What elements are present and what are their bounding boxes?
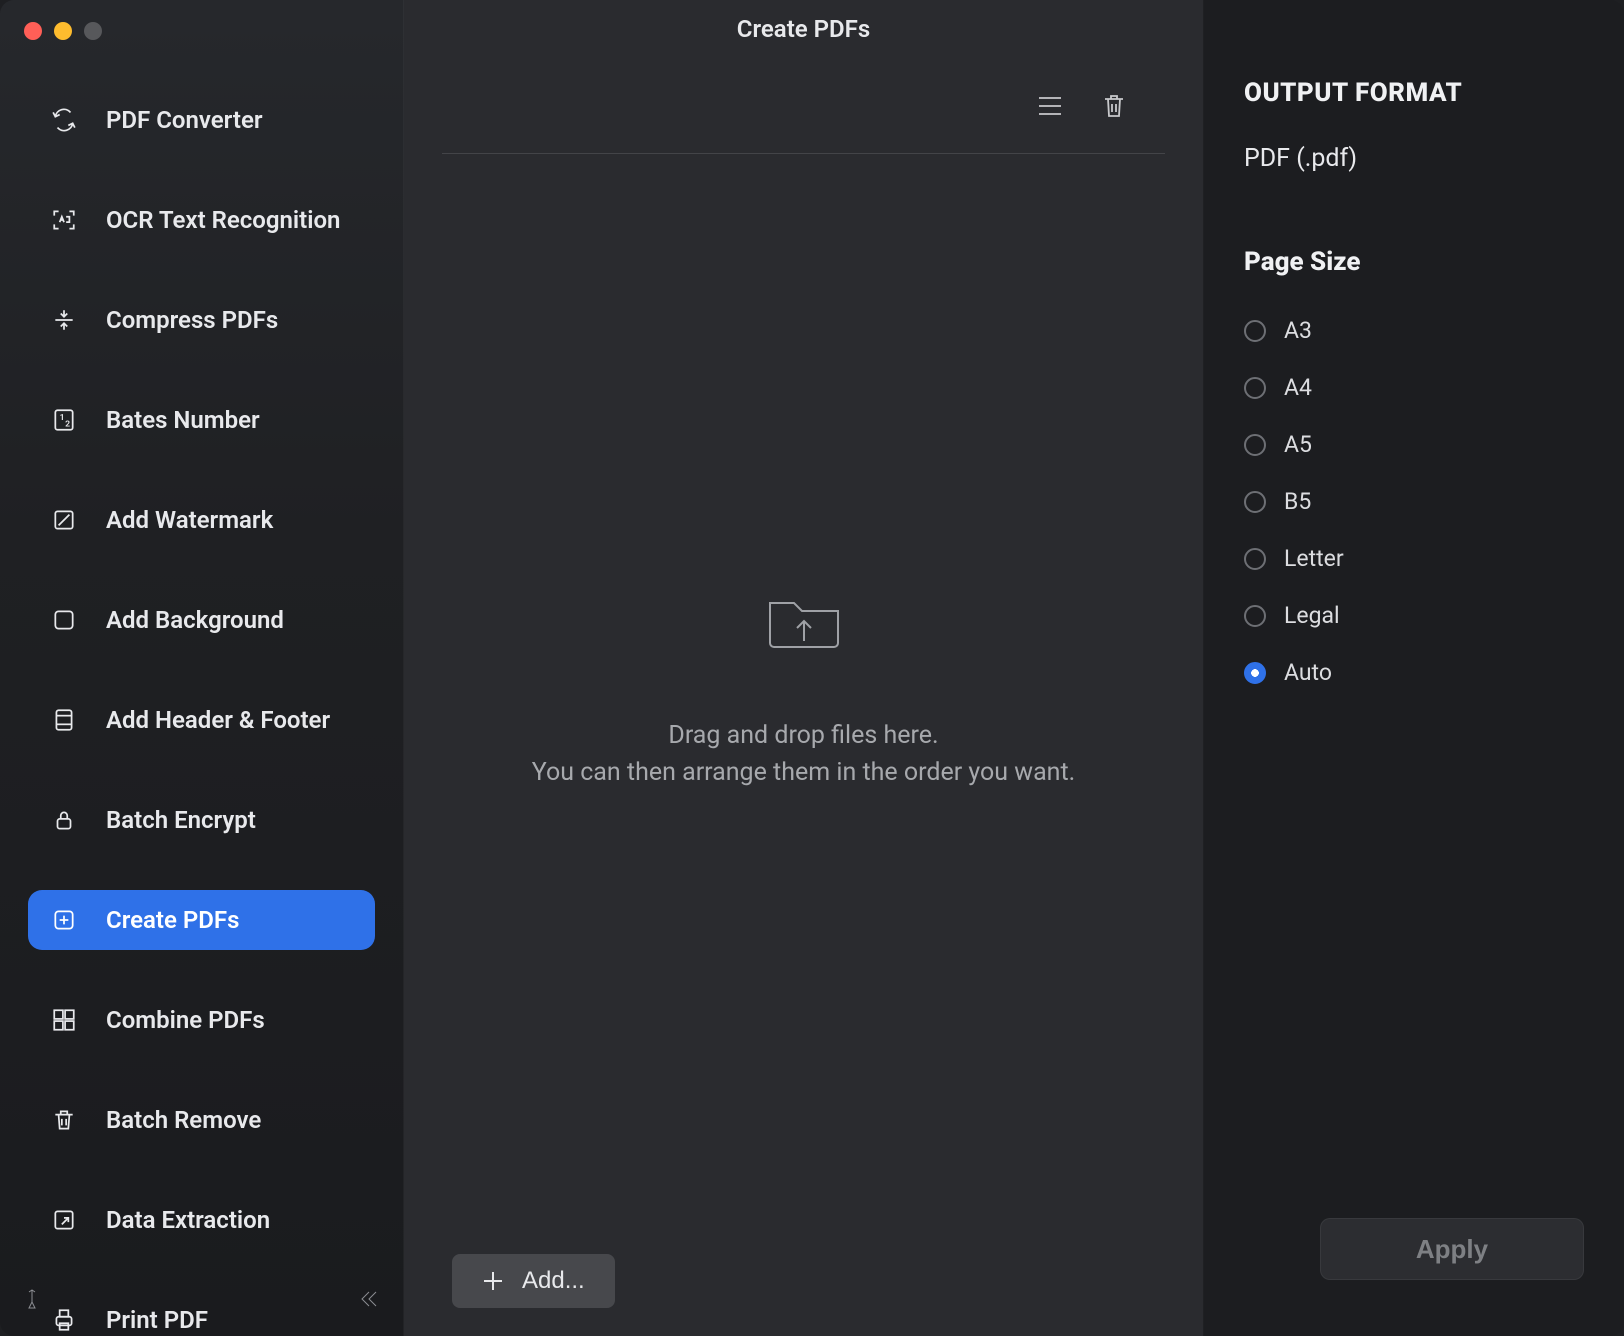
main-toolbar bbox=[442, 58, 1165, 154]
background-icon bbox=[50, 606, 78, 634]
sidebar-item-batch-remove[interactable]: Batch Remove bbox=[28, 1090, 375, 1150]
sidebar-item-watermark[interactable]: Add Watermark bbox=[28, 490, 375, 550]
sidebar-item-background[interactable]: Add Background bbox=[28, 590, 375, 650]
radio-indicator bbox=[1244, 662, 1266, 684]
sidebar-nav: PDF Converter OCR Text Recognition Compres… bbox=[0, 90, 403, 1336]
page-size-label: Auto bbox=[1284, 659, 1332, 686]
sidebar-item-ocr[interactable]: OCR Text Recognition bbox=[28, 190, 375, 250]
minimize-window-button[interactable] bbox=[54, 22, 72, 40]
radio-indicator bbox=[1244, 491, 1266, 513]
pin-icon[interactable] bbox=[24, 1288, 40, 1314]
page-size-option-b5[interactable]: B5 bbox=[1244, 488, 1584, 515]
create-pdfs-icon bbox=[50, 906, 78, 934]
sidebar-item-label: Compress PDFs bbox=[106, 306, 278, 334]
sidebar-item-label: OCR Text Recognition bbox=[106, 206, 340, 234]
sidebar-item-compress[interactable]: Compress PDFs bbox=[28, 290, 375, 350]
add-button[interactable]: Add... bbox=[452, 1254, 615, 1308]
sidebar-item-label: Create PDFs bbox=[106, 906, 239, 934]
bates-icon: 12 bbox=[50, 406, 78, 434]
watermark-icon bbox=[50, 506, 78, 534]
sidebar-item-data-extraction[interactable]: Data Extraction bbox=[28, 1190, 375, 1250]
options-panel: OUTPUT FORMAT PDF (.pdf) Page Size A3A4A… bbox=[1204, 0, 1624, 1336]
sidebar-item-label: Data Extraction bbox=[106, 1206, 270, 1234]
sidebar-item-label: Combine PDFs bbox=[106, 1006, 265, 1034]
sidebar-item-label: PDF Converter bbox=[106, 106, 263, 134]
sidebar-item-bates[interactable]: 12 Bates Number bbox=[28, 390, 375, 450]
close-window-button[interactable] bbox=[24, 22, 42, 40]
combine-pdfs-icon bbox=[50, 1006, 78, 1034]
list-view-icon[interactable] bbox=[1035, 91, 1065, 121]
sidebar-item-label: Batch Remove bbox=[106, 1106, 261, 1134]
sidebar-item-pdf-converter[interactable]: PDF Converter bbox=[28, 90, 375, 150]
svg-text:2: 2 bbox=[65, 420, 70, 430]
page-size-option-a3[interactable]: A3 bbox=[1244, 317, 1584, 344]
window-controls bbox=[0, 0, 403, 40]
header-footer-icon bbox=[50, 706, 78, 734]
dropzone-line1: Drag and drop files here. bbox=[532, 717, 1076, 755]
radio-indicator bbox=[1244, 377, 1266, 399]
ocr-icon bbox=[50, 206, 78, 234]
page-size-option-letter[interactable]: Letter bbox=[1244, 545, 1584, 572]
page-size-label: A5 bbox=[1284, 431, 1312, 458]
trash-icon[interactable] bbox=[1099, 91, 1129, 121]
sidebar-item-label: Add Background bbox=[106, 606, 284, 634]
sidebar-item-batch-encrypt[interactable]: Batch Encrypt bbox=[28, 790, 375, 850]
dropzone-line2: You can then arrange them in the order y… bbox=[532, 754, 1076, 792]
sidebar-item-header-footer[interactable]: Add Header & Footer bbox=[28, 690, 375, 750]
radio-indicator bbox=[1244, 605, 1266, 627]
page-size-option-a5[interactable]: A5 bbox=[1244, 431, 1584, 458]
radio-indicator bbox=[1244, 434, 1266, 456]
apply-button[interactable]: Apply bbox=[1320, 1218, 1584, 1280]
sidebar-item-label: Add Watermark bbox=[106, 506, 273, 534]
sidebar-item-label: Add Header & Footer bbox=[106, 706, 330, 734]
page-size-option-legal[interactable]: Legal bbox=[1244, 602, 1584, 629]
maximize-window-button[interactable] bbox=[84, 22, 102, 40]
sidebar-item-label: Bates Number bbox=[106, 406, 260, 434]
radio-indicator bbox=[1244, 320, 1266, 342]
main-footer: Add... bbox=[404, 1226, 1203, 1336]
page-size-option-auto[interactable]: Auto bbox=[1244, 659, 1584, 686]
page-size-label: B5 bbox=[1284, 488, 1311, 515]
radio-indicator bbox=[1244, 548, 1266, 570]
dropzone[interactable]: Drag and drop files here. You can then a… bbox=[404, 154, 1203, 1226]
data-extraction-icon bbox=[50, 1206, 78, 1234]
page-size-heading: Page Size bbox=[1244, 247, 1584, 277]
upload-folder-icon bbox=[764, 589, 844, 657]
sidebar-footer bbox=[0, 1280, 403, 1322]
panel-footer: Apply bbox=[1244, 1218, 1584, 1336]
main-area: Create PDFs Drag and drop files here. Yo… bbox=[404, 0, 1204, 1336]
sidebar: PDF Converter OCR Text Recognition Compres… bbox=[0, 0, 404, 1336]
pdf-converter-icon bbox=[50, 106, 78, 134]
output-format-value: PDF (.pdf) bbox=[1244, 144, 1584, 173]
collapse-sidebar-icon[interactable] bbox=[357, 1289, 379, 1313]
page-size-option-a4[interactable]: A4 bbox=[1244, 374, 1584, 401]
batch-encrypt-icon bbox=[50, 806, 78, 834]
add-button-label: Add... bbox=[522, 1267, 585, 1295]
app-window: PDF Converter OCR Text Recognition Compres… bbox=[0, 0, 1624, 1336]
svg-text:1: 1 bbox=[60, 413, 65, 423]
page-size-label: A4 bbox=[1284, 374, 1312, 401]
compress-icon bbox=[50, 306, 78, 334]
sidebar-item-create-pdfs[interactable]: Create PDFs bbox=[28, 890, 375, 950]
page-size-label: A3 bbox=[1284, 317, 1312, 344]
sidebar-item-combine-pdfs[interactable]: Combine PDFs bbox=[28, 990, 375, 1050]
page-size-label: Legal bbox=[1284, 602, 1340, 629]
window-title: Create PDFs bbox=[404, 0, 1203, 58]
output-format-heading: OUTPUT FORMAT bbox=[1244, 78, 1584, 108]
sidebar-item-label: Batch Encrypt bbox=[106, 806, 256, 834]
page-size-radio-group: A3 A4 A5 B5 Letter Legal Auto bbox=[1244, 317, 1584, 686]
batch-remove-icon bbox=[50, 1106, 78, 1134]
dropzone-text: Drag and drop files here. You can then a… bbox=[532, 717, 1076, 792]
page-size-label: Letter bbox=[1284, 545, 1344, 572]
